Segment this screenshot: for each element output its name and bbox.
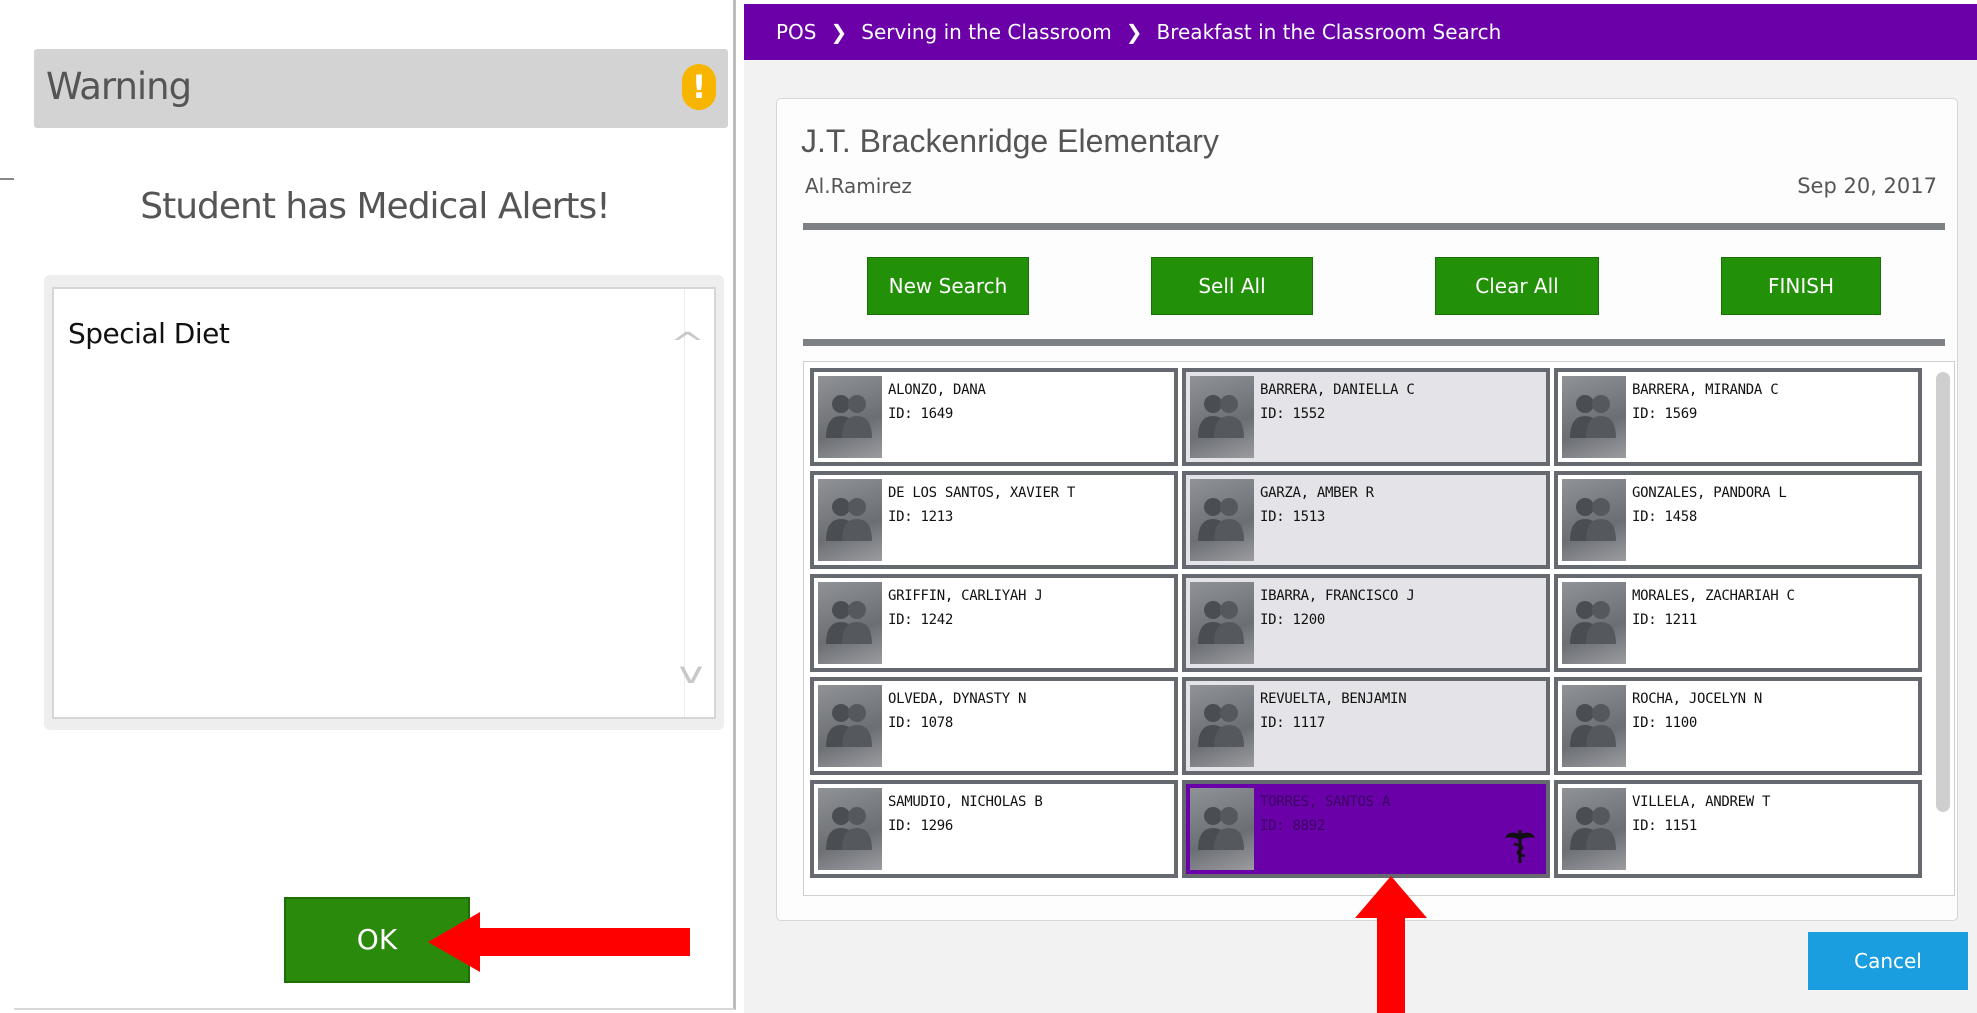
school-name: J.T. Brackenridge Elementary: [801, 123, 1219, 159]
classroom-search-card: J.T. Brackenridge Elementary Al.Ramirez …: [776, 98, 1958, 921]
student-card[interactable]: VILLELA, ANDREW T ID: 1151: [1554, 780, 1922, 878]
warning-title: Warning: [46, 65, 192, 108]
grid-scrollbar[interactable]: [1936, 372, 1950, 812]
student-id: ID: 1213: [888, 509, 954, 525]
date-text: Sep 20, 2017: [1797, 174, 1937, 198]
student-id: ID: 1117: [1260, 715, 1326, 731]
student-avatar-icon: [818, 376, 882, 458]
student-avatar-icon: [1562, 788, 1626, 870]
student-name: TORRES, SANTOS A: [1260, 794, 1391, 810]
student-name: VILLELA, ANDREW T: [1632, 794, 1771, 810]
breadcrumb-pos[interactable]: POS: [776, 20, 817, 44]
student-name: OLVEDA, DYNASTY N: [888, 691, 1027, 707]
student-name: ALONZO, DANA: [888, 382, 986, 398]
divider: [803, 223, 1945, 230]
student-id: ID: 1458: [1632, 509, 1698, 525]
chevron-up-icon[interactable]: ^: [670, 327, 705, 362]
breadcrumb-serving-in-classroom[interactable]: Serving in the Classroom: [861, 20, 1111, 44]
student-id: ID: 1242: [888, 612, 954, 628]
cancel-button[interactable]: Cancel: [1808, 932, 1968, 990]
sell-all-button[interactable]: Sell All: [1151, 257, 1313, 315]
student-avatar-icon: [818, 479, 882, 561]
student-name: GONZALES, PANDORA L: [1632, 485, 1787, 501]
alert-heading: Student has Medical Alerts!: [140, 186, 610, 227]
student-avatar-icon: [818, 582, 882, 664]
student-grid-frame: ALONZO, DANA ID: 1649 BARRERA, DANIELLA C I…: [803, 361, 1955, 896]
student-id: ID: 8892: [1260, 818, 1326, 834]
chevron-down-icon[interactable]: v: [679, 656, 704, 691]
student-avatar-icon: [818, 685, 882, 767]
student-avatar-icon: [1562, 479, 1626, 561]
warning-header: Warning !: [34, 49, 728, 128]
student-card[interactable]: SAMUDIO, NICHOLAS B ID: 1296: [810, 780, 1178, 878]
student-name: BARRERA, DANIELLA C: [1260, 382, 1415, 398]
dialog-edge-mark: [0, 178, 14, 180]
caduceus-medical-icon: [1505, 830, 1535, 863]
student-id: ID: 1151: [1632, 818, 1698, 834]
student-id: ID: 1296: [888, 818, 954, 834]
student-id: ID: 1211: [1632, 612, 1698, 628]
student-id: ID: 1513: [1260, 509, 1326, 525]
student-name: MORALES, ZACHARIAH C: [1632, 588, 1795, 604]
student-card[interactable]: BARRERA, MIRANDA C ID: 1569: [1554, 368, 1922, 466]
student-card[interactable]: IBARRA, FRANCISCO J ID: 1200: [1182, 574, 1550, 672]
student-avatar-icon: [1190, 788, 1254, 870]
student-name: IBARRA, FRANCISCO J: [1260, 588, 1415, 604]
student-avatar-icon: [1190, 582, 1254, 664]
student-name: SAMUDIO, NICHOLAS B: [888, 794, 1043, 810]
student-avatar-icon: [1190, 685, 1254, 767]
student-avatar-icon: [818, 788, 882, 870]
chevron-right-icon: ❯: [830, 20, 848, 44]
student-card[interactable]: MORALES, ZACHARIAH C ID: 1211: [1554, 574, 1922, 672]
student-card[interactable]: ROCHA, JOCELYN N ID: 1100: [1554, 677, 1922, 775]
student-card[interactable]: TORRES, SANTOS A ID: 8892: [1182, 780, 1550, 878]
student-avatar-icon: [1190, 479, 1254, 561]
student-avatar-icon: [1562, 376, 1626, 458]
alert-list-frame: Special Diet ^ v: [44, 275, 724, 730]
student-name: BARRERA, MIRANDA C: [1632, 382, 1779, 398]
student-card[interactable]: GRIFFIN, CARLIYAH J ID: 1242: [810, 574, 1178, 672]
pos-panel: POS ❯ Serving in the Classroom ❯ Breakfast i…: [744, 4, 1977, 1013]
clear-all-button[interactable]: Clear All: [1435, 257, 1599, 315]
student-card[interactable]: REVUELTA, BENJAMIN ID: 1117: [1182, 677, 1550, 775]
student-card[interactable]: BARRERA, DANIELLA C ID: 1552: [1182, 368, 1550, 466]
alert-list[interactable]: Special Diet ^ v: [52, 287, 716, 719]
breadcrumb-current: Breakfast in the Classroom Search: [1156, 20, 1502, 44]
student-id: ID: 1649: [888, 406, 954, 422]
student-card[interactable]: ALONZO, DANA ID: 1649: [810, 368, 1178, 466]
user-name: Al.Ramirez: [805, 174, 912, 198]
student-id: ID: 1569: [1632, 406, 1698, 422]
student-name: ROCHA, JOCELYN N: [1632, 691, 1763, 707]
student-card[interactable]: OLVEDA, DYNASTY N ID: 1078: [810, 677, 1178, 775]
divider: [803, 339, 1945, 346]
student-name: DE LOS SANTOS, XAVIER T: [888, 485, 1075, 501]
annotation-arrow-up-icon: [1355, 876, 1427, 1013]
student-id: ID: 1100: [1632, 715, 1698, 731]
student-card[interactable]: DE LOS SANTOS, XAVIER T ID: 1213: [810, 471, 1178, 569]
student-avatar-icon: [1562, 582, 1626, 664]
alert-item: Special Diet: [68, 317, 230, 350]
annotation-arrow-left-icon: [428, 912, 690, 972]
student-name: GRIFFIN, CARLIYAH J: [888, 588, 1043, 604]
student-id: ID: 1552: [1260, 406, 1326, 422]
finish-button[interactable]: FINISH: [1721, 257, 1881, 315]
student-name: GARZA, AMBER R: [1260, 485, 1374, 501]
student-id: ID: 1200: [1260, 612, 1326, 628]
student-name: REVUELTA, BENJAMIN: [1260, 691, 1407, 707]
student-id: ID: 1078: [888, 715, 954, 731]
medical-alert-dialog: Warning ! Student has Medical Alerts! Sp…: [14, 0, 736, 1010]
new-search-button[interactable]: New Search: [867, 257, 1029, 315]
student-card[interactable]: GONZALES, PANDORA L ID: 1458: [1554, 471, 1922, 569]
student-avatar-icon: [1562, 685, 1626, 767]
exclamation-icon: !: [682, 64, 716, 110]
chevron-right-icon: ❯: [1125, 20, 1143, 44]
student-card[interactable]: GARZA, AMBER R ID: 1513: [1182, 471, 1550, 569]
student-avatar-icon: [1190, 376, 1254, 458]
breadcrumb: POS ❯ Serving in the Classroom ❯ Breakfast i…: [744, 4, 1977, 60]
